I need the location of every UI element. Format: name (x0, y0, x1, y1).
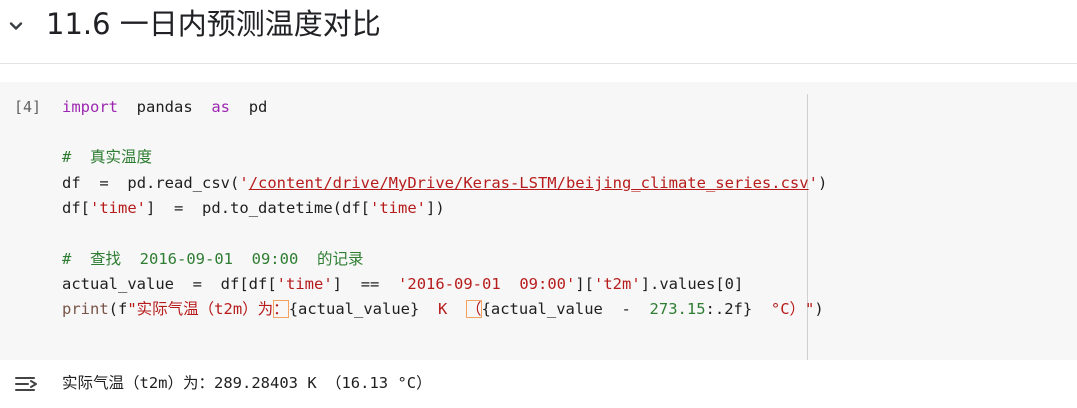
code-editor[interactable]: import pandas as pd # 真实温度 df = pd.read_… (62, 96, 1062, 346)
string-literal: 'time' (90, 199, 146, 217)
operator: = (192, 275, 202, 293)
operator: == (360, 275, 380, 293)
operator: = (174, 199, 184, 217)
code-line: # 真实温度 (62, 146, 152, 168)
code-comment: # 查找 2016-09-01 09:00 的记录 (62, 250, 364, 268)
output-toggle-icon[interactable] (14, 372, 42, 396)
keyword-as: as (211, 98, 231, 116)
number-literal: 273.15 (649, 300, 706, 318)
string-literal: '2016-09-01 09:00' (398, 275, 576, 293)
execution-count: [4] (14, 98, 42, 116)
code-line: df['time'] = pd.to_datetime(df['time']) (62, 197, 445, 219)
string-quote: ' (239, 174, 249, 192)
bracket: ][ (575, 275, 595, 293)
values-access: ].values[0] (640, 275, 744, 293)
section-title: 11.6 一日内预测温度对比 (46, 7, 381, 41)
string-literal: °C）" (770, 300, 815, 318)
section-header: 11.6 一日内预测温度对比 (0, 0, 1077, 64)
code-line: import pandas as pd (62, 96, 267, 118)
paren: (f (108, 300, 128, 318)
highlighted-char: （ (466, 300, 482, 318)
code-cell[interactable]: [4] import pandas as pd # 真实温度 df = pd.r… (0, 82, 1077, 360)
string-quote: ' (808, 174, 818, 192)
output-text: 实际气温（t2m）为：289.28403 K （16.13 °C） (62, 374, 432, 392)
string-literal: 't2m' (594, 275, 641, 293)
function-call: pd.to_datetime(df[ (202, 199, 371, 217)
code-line: # 查找 2016-09-01 09:00 的记录 (62, 248, 363, 270)
bracket: ] (332, 275, 343, 293)
chevron-down-icon[interactable] (6, 16, 26, 36)
string-literal: 'time' (370, 199, 427, 217)
paren: ) (817, 174, 828, 192)
highlighted-char: ： (273, 300, 289, 318)
paren: ) (814, 300, 824, 318)
module-name: pandas (136, 98, 193, 116)
code-line: print(f"实际气温（t2m）为：{actual_value} K （{ac… (62, 298, 824, 320)
code-comment: # 真实温度 (62, 148, 152, 166)
function-call: pd.read_csv( (127, 174, 240, 192)
format-spec: :.2f} (705, 300, 753, 318)
string-literal: 'time' (276, 275, 333, 293)
bracket: ] (146, 199, 156, 217)
string-literal: "实际气温（t2m）为 (127, 300, 274, 318)
bracket: ]) (426, 199, 445, 217)
cell-output: 实际气温（t2m）为：289.28403 K （16.13 °C） (0, 364, 1077, 404)
indexing: df[df[ (220, 275, 277, 293)
string-literal: K (438, 300, 448, 318)
variable-actual-value: actual_value (62, 275, 174, 293)
fstring-expression: {actual_value - (481, 300, 650, 318)
variable-df: df (62, 174, 81, 192)
module-alias: pd (248, 98, 268, 116)
file-path-link[interactable]: /content/drive/MyDrive/Keras-LSTM/beijin… (249, 174, 809, 192)
variable-df: df[ (62, 199, 90, 217)
keyword-import: import (62, 98, 118, 116)
code-line: df = pd.read_csv('/content/drive/MyDrive… (62, 172, 827, 194)
code-line: actual_value = df[df['time'] == '2016-09… (62, 273, 743, 295)
function-print: print (62, 300, 109, 318)
fstring-expression: {actual_value} (288, 300, 420, 318)
operator: = (99, 174, 109, 192)
